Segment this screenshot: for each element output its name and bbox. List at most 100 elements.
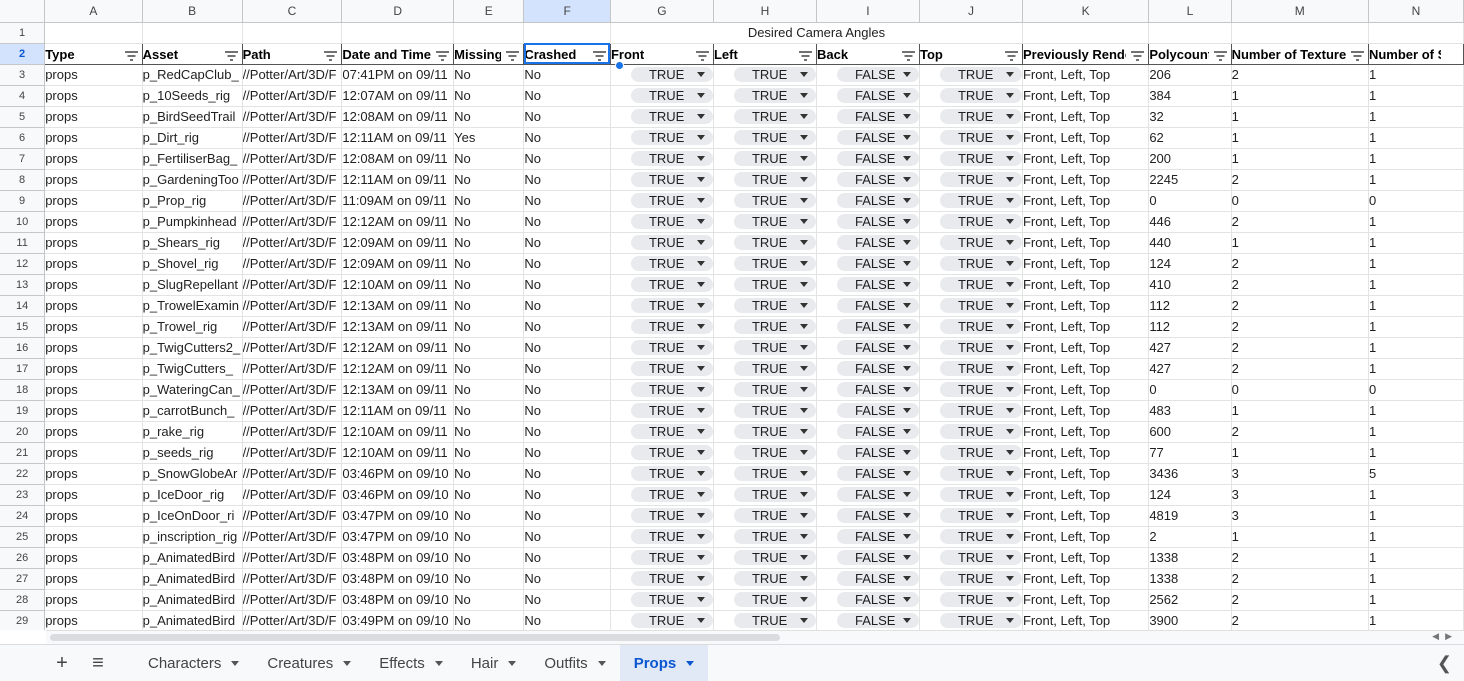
dropdown-chip[interactable]: TRUE bbox=[733, 508, 816, 523]
cell-missing[interactable]: No bbox=[453, 400, 525, 422]
cell-missing[interactable]: No bbox=[453, 253, 525, 275]
dropdown-chip[interactable]: TRUE bbox=[733, 424, 816, 439]
cell-left[interactable]: TRUE bbox=[713, 64, 817, 86]
cell-sha[interactable]: 1 bbox=[1368, 295, 1464, 317]
dropdown-chip[interactable]: TRUE bbox=[630, 130, 713, 145]
dropdown-arrow-icon[interactable] bbox=[799, 492, 808, 497]
cell-top[interactable]: TRUE bbox=[919, 211, 1023, 233]
cell-type[interactable]: props bbox=[44, 253, 143, 275]
cell-front[interactable]: TRUE bbox=[610, 148, 714, 170]
filter-icon[interactable] bbox=[1213, 49, 1227, 61]
row-header[interactable]: 1 bbox=[0, 22, 46, 44]
cell-front[interactable]: TRUE bbox=[610, 64, 714, 86]
cell-back[interactable]: FALSE bbox=[816, 232, 920, 254]
dropdown-arrow-icon[interactable] bbox=[799, 513, 808, 518]
cell-tex[interactable]: 2 bbox=[1231, 169, 1369, 191]
cell-left[interactable]: TRUE bbox=[713, 358, 817, 380]
row-header[interactable]: 22 bbox=[0, 463, 46, 485]
cell-date[interactable]: 12:10AM on 09/11 bbox=[341, 274, 455, 296]
filter-icon[interactable] bbox=[901, 49, 915, 61]
dropdown-arrow-icon[interactable] bbox=[1005, 366, 1014, 371]
cell-back[interactable]: FALSE bbox=[816, 484, 920, 506]
dropdown-chip[interactable]: TRUE bbox=[939, 445, 1022, 460]
cell-front[interactable]: TRUE bbox=[610, 358, 714, 380]
cell-missing[interactable]: No bbox=[453, 211, 525, 233]
row-header[interactable]: 13 bbox=[0, 274, 46, 296]
filter-icon[interactable] bbox=[1004, 49, 1018, 61]
dropdown-chip[interactable]: TRUE bbox=[630, 403, 713, 418]
merged-title-cell[interactable]: Desired Camera Angles bbox=[610, 22, 1023, 44]
cell-top[interactable]: TRUE bbox=[919, 547, 1023, 569]
dropdown-arrow-icon[interactable] bbox=[799, 135, 808, 140]
dropdown-arrow-icon[interactable] bbox=[1005, 261, 1014, 266]
cell-top[interactable]: TRUE bbox=[919, 568, 1023, 590]
cell-type[interactable]: props bbox=[44, 148, 143, 170]
cell-sha[interactable]: 1 bbox=[1368, 211, 1464, 233]
chevron-down-icon[interactable] bbox=[508, 660, 517, 666]
cell-top[interactable]: TRUE bbox=[919, 589, 1023, 611]
cell-top[interactable]: TRUE bbox=[919, 253, 1023, 275]
dropdown-arrow-icon[interactable] bbox=[902, 471, 911, 476]
dropdown-arrow-icon[interactable] bbox=[696, 261, 705, 266]
dropdown-chip[interactable]: TRUE bbox=[630, 88, 713, 103]
dropdown-arrow-icon[interactable] bbox=[1005, 345, 1014, 350]
cell-asset[interactable]: p_AnimatedBird bbox=[142, 547, 243, 569]
cell-poly[interactable]: 2245 bbox=[1148, 169, 1232, 191]
cell-tex[interactable]: 1 bbox=[1231, 106, 1369, 128]
cell-missing[interactable]: No bbox=[453, 337, 525, 359]
cell-prev[interactable]: Front, Left, Top bbox=[1022, 589, 1150, 611]
cell-front[interactable]: TRUE bbox=[610, 610, 714, 630]
cell-asset[interactable]: p_Trowel_rig bbox=[142, 316, 243, 338]
dropdown-arrow-icon[interactable] bbox=[1005, 450, 1014, 455]
row-header[interactable]: 9 bbox=[0, 190, 46, 212]
filter-icon[interactable] bbox=[592, 49, 606, 61]
dropdown-chip[interactable]: TRUE bbox=[939, 256, 1022, 271]
dropdown-chip[interactable]: TRUE bbox=[939, 298, 1022, 313]
header-cell[interactable]: Date and Time bbox=[341, 43, 455, 65]
dropdown-chip[interactable]: FALSE bbox=[836, 571, 919, 586]
cell-asset[interactable]: p_IceDoor_rig bbox=[142, 484, 243, 506]
cell-crashed[interactable]: No bbox=[523, 190, 611, 212]
dropdown-arrow-icon[interactable] bbox=[696, 156, 705, 161]
header-cell[interactable]: Back bbox=[816, 43, 920, 65]
cell-poly[interactable]: 440 bbox=[1148, 232, 1232, 254]
dropdown-arrow-icon[interactable] bbox=[902, 156, 911, 161]
column-header-a[interactable]: A bbox=[44, 0, 143, 23]
cell-top[interactable]: TRUE bbox=[919, 169, 1023, 191]
dropdown-chip[interactable]: TRUE bbox=[630, 571, 713, 586]
dropdown-chip[interactable]: FALSE bbox=[836, 298, 919, 313]
cell-poly[interactable]: 0 bbox=[1148, 379, 1232, 401]
dropdown-chip[interactable]: TRUE bbox=[733, 403, 816, 418]
cell-prev[interactable]: Front, Left, Top bbox=[1022, 484, 1150, 506]
dropdown-chip[interactable]: FALSE bbox=[836, 361, 919, 376]
cell-type[interactable]: props bbox=[44, 169, 143, 191]
dropdown-chip[interactable]: FALSE bbox=[836, 235, 919, 250]
dropdown-arrow-icon[interactable] bbox=[1005, 408, 1014, 413]
cell-back[interactable]: FALSE bbox=[816, 547, 920, 569]
filter-icon[interactable] bbox=[1350, 49, 1364, 61]
cell-sha[interactable]: 1 bbox=[1368, 484, 1464, 506]
dropdown-arrow-icon[interactable] bbox=[1005, 177, 1014, 182]
dropdown-chip[interactable]: TRUE bbox=[630, 109, 713, 124]
cell-crashed[interactable]: No bbox=[523, 547, 611, 569]
row-header[interactable]: 5 bbox=[0, 106, 46, 128]
filter-icon[interactable] bbox=[695, 49, 709, 61]
cell-missing[interactable]: No bbox=[453, 64, 525, 86]
header-cell[interactable]: Top bbox=[919, 43, 1023, 65]
cell-missing[interactable]: No bbox=[453, 484, 525, 506]
cell-date[interactable]: 03:48PM on 09/10 bbox=[341, 589, 455, 611]
cell-top[interactable]: TRUE bbox=[919, 190, 1023, 212]
row-header[interactable]: 23 bbox=[0, 484, 46, 506]
cell-sha[interactable]: 1 bbox=[1368, 316, 1464, 338]
cell-asset[interactable]: p_TrowelExamin bbox=[142, 295, 243, 317]
header-cell[interactable]: Previously Rende bbox=[1022, 43, 1150, 65]
cell-back[interactable]: FALSE bbox=[816, 274, 920, 296]
cell-left[interactable]: TRUE bbox=[713, 589, 817, 611]
dropdown-arrow-icon[interactable] bbox=[1005, 618, 1014, 623]
cell-sha[interactable]: 1 bbox=[1368, 169, 1464, 191]
cell-path[interactable]: //Potter/Art/3D/F bbox=[242, 568, 343, 590]
cell-tex[interactable]: 2 bbox=[1231, 295, 1369, 317]
cell-left[interactable]: TRUE bbox=[713, 190, 817, 212]
row-header[interactable]: 10 bbox=[0, 211, 46, 233]
cell-front[interactable]: TRUE bbox=[610, 211, 714, 233]
